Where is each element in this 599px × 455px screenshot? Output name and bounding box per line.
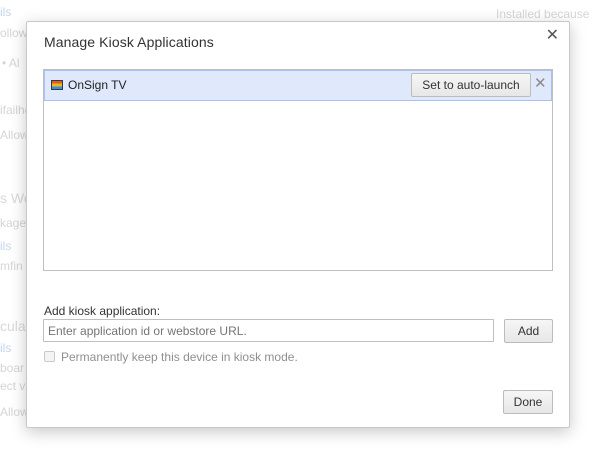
manage-kiosk-dialog: Manage Kiosk Applications ✕ OnSign TV Se…: [26, 21, 570, 428]
background-fragment: kage: [0, 216, 27, 230]
background-fragment: cula: [0, 318, 26, 334]
kiosk-app-list[interactable]: OnSign TV Set to auto-launch ✕: [43, 69, 553, 271]
kiosk-mode-checkbox[interactable]: [44, 351, 55, 362]
background-fragment: • Al: [2, 56, 20, 70]
set-auto-launch-button[interactable]: Set to auto-launch: [411, 73, 531, 97]
kiosk-app-id-input[interactable]: [43, 319, 494, 342]
onsign-tv-app-icon: [51, 80, 63, 90]
remove-icon[interactable]: ✕: [534, 75, 547, 93]
background-fragment: ect vi: [0, 379, 29, 393]
background-fragment: boar: [0, 361, 25, 375]
add-button[interactable]: Add: [504, 319, 553, 343]
add-kiosk-app-label: Add kiosk application:: [44, 304, 161, 318]
done-button[interactable]: Done: [503, 390, 553, 414]
background-fragment: ollow: [0, 26, 28, 40]
dialog-title: Manage Kiosk Applications: [44, 34, 214, 50]
list-item[interactable]: OnSign TV Set to auto-launch ✕: [44, 70, 552, 101]
background-fragment: ils: [0, 5, 12, 19]
background-fragment: Allow: [0, 128, 29, 142]
kiosk-mode-label: Permanently keep this device in kiosk mo…: [61, 350, 298, 364]
app-name: OnSign TV: [68, 78, 127, 92]
background-fragment: Installed because: [496, 7, 590, 21]
background-fragment: mfin: [0, 259, 23, 273]
close-icon[interactable]: ✕: [546, 28, 559, 44]
background-fragment: ils: [0, 341, 12, 355]
background-fragment: ils: [0, 239, 12, 253]
background-fragment: Allow: [0, 405, 29, 419]
